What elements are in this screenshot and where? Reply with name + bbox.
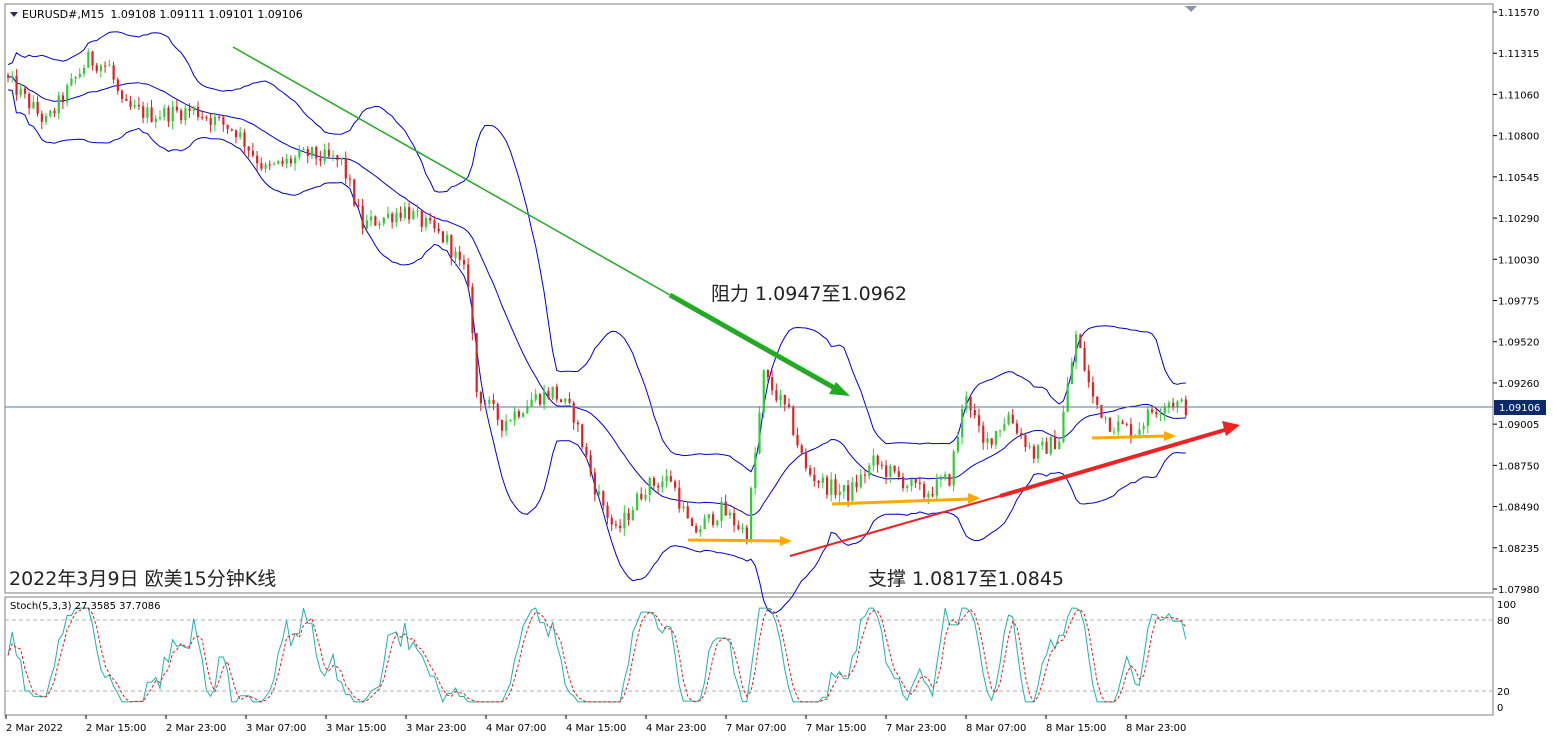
candle [475,332,478,398]
indicator-frame [4,596,1494,716]
stoch-tick-20: 20 [1497,687,1510,698]
candle [353,178,356,208]
time-tick: 2 Mar 15:00 [86,723,146,734]
candle [635,491,639,511]
candle [690,517,694,527]
candle [792,405,795,437]
time-tick: 3 Mar 15:00 [326,723,386,734]
time-tick: 8 Mar 15:00 [1046,723,1106,734]
stoch-tick-100: 100 [1497,600,1516,611]
time-tick: 7 Mar 23:00 [886,723,946,734]
candle [754,447,757,495]
time-tick: 8 Mar 23:00 [1126,723,1186,734]
time-tick: 2 Mar 2022 [6,723,63,734]
stoch-label: Stoch(5,3,3) 27.3585 37.7086 [10,601,161,612]
candle [581,423,584,450]
candle [374,215,377,227]
candle [948,473,951,487]
price-tick: 1.08750 [1498,461,1539,472]
candle [758,406,761,455]
time-tick: 8 Mar 07:00 [966,723,1026,734]
time-tick: 3 Mar 07:00 [246,723,306,734]
price-tick: 1.11570 [1498,8,1539,19]
support-label: 支撑 1.0817至1.0845 [868,568,1064,590]
candle [538,393,542,407]
price-tick: 1.08235 [1498,544,1539,555]
price-tick: 1.10800 [1498,132,1539,143]
symbol-title: EURUSD#,M15 1.09108 1.09111 1.09101 1.091… [22,8,303,21]
candle [471,283,474,341]
price-tick: 1.08490 [1498,503,1539,514]
time-tick: 4 Mar 07:00 [486,723,546,734]
time-tick: 4 Mar 23:00 [646,723,706,734]
candle [762,369,765,419]
chart-svg: EURUSD#,M15 1.09108 1.09111 1.09101 1.091… [4,3,1546,734]
time-tick: 4 Mar 15:00 [566,723,626,734]
candle [1079,333,1082,349]
price-axis: 1.11570 1.11315 1.11060 1.10800 1.10545 1.102… [1493,8,1539,596]
price-tick: 1.10545 [1498,173,1539,184]
trading-chart-window: EURUSD#,M15 1.09108 1.09111 1.09101 1.091… [0,0,1553,744]
current-price-label: 1.09106 [1499,403,1540,414]
price-tick: 1.09260 [1498,379,1539,390]
candle [749,486,753,544]
candle [1108,417,1111,433]
time-tick: 7 Mar 07:00 [726,723,786,734]
price-tick: 1.09005 [1498,420,1539,431]
stoch-tick-80: 80 [1497,616,1510,627]
price-tick: 1.09520 [1498,338,1539,349]
candle [1049,436,1052,456]
price-tick: 1.07980 [1498,585,1539,596]
price-tick: 1.09775 [1498,297,1539,308]
time-tick: 2 Mar 23:00 [166,723,226,734]
time-tick: 3 Mar 23:00 [406,723,466,734]
candle [441,231,445,244]
price-tick: 1.11060 [1498,90,1539,101]
time-axis: 2 Mar 2022 2 Mar 15:00 2 Mar 23:00 3 Mar 07… [5,715,1186,734]
price-tick: 1.10030 [1498,255,1539,266]
stoch-axis: 100 80 20 0 [1497,600,1516,714]
price-tick: 1.11315 [1498,49,1539,60]
stoch-tick-0: 0 [1497,703,1503,714]
resistance-label: 阻力 1.0947至1.0962 [711,283,907,305]
price-tick: 1.10290 [1498,214,1539,225]
time-tick: 7 Mar 15:00 [806,723,866,734]
chart-caption: 2022年3月9日 欧美15分钟K线 [9,568,276,590]
candle [952,449,955,492]
